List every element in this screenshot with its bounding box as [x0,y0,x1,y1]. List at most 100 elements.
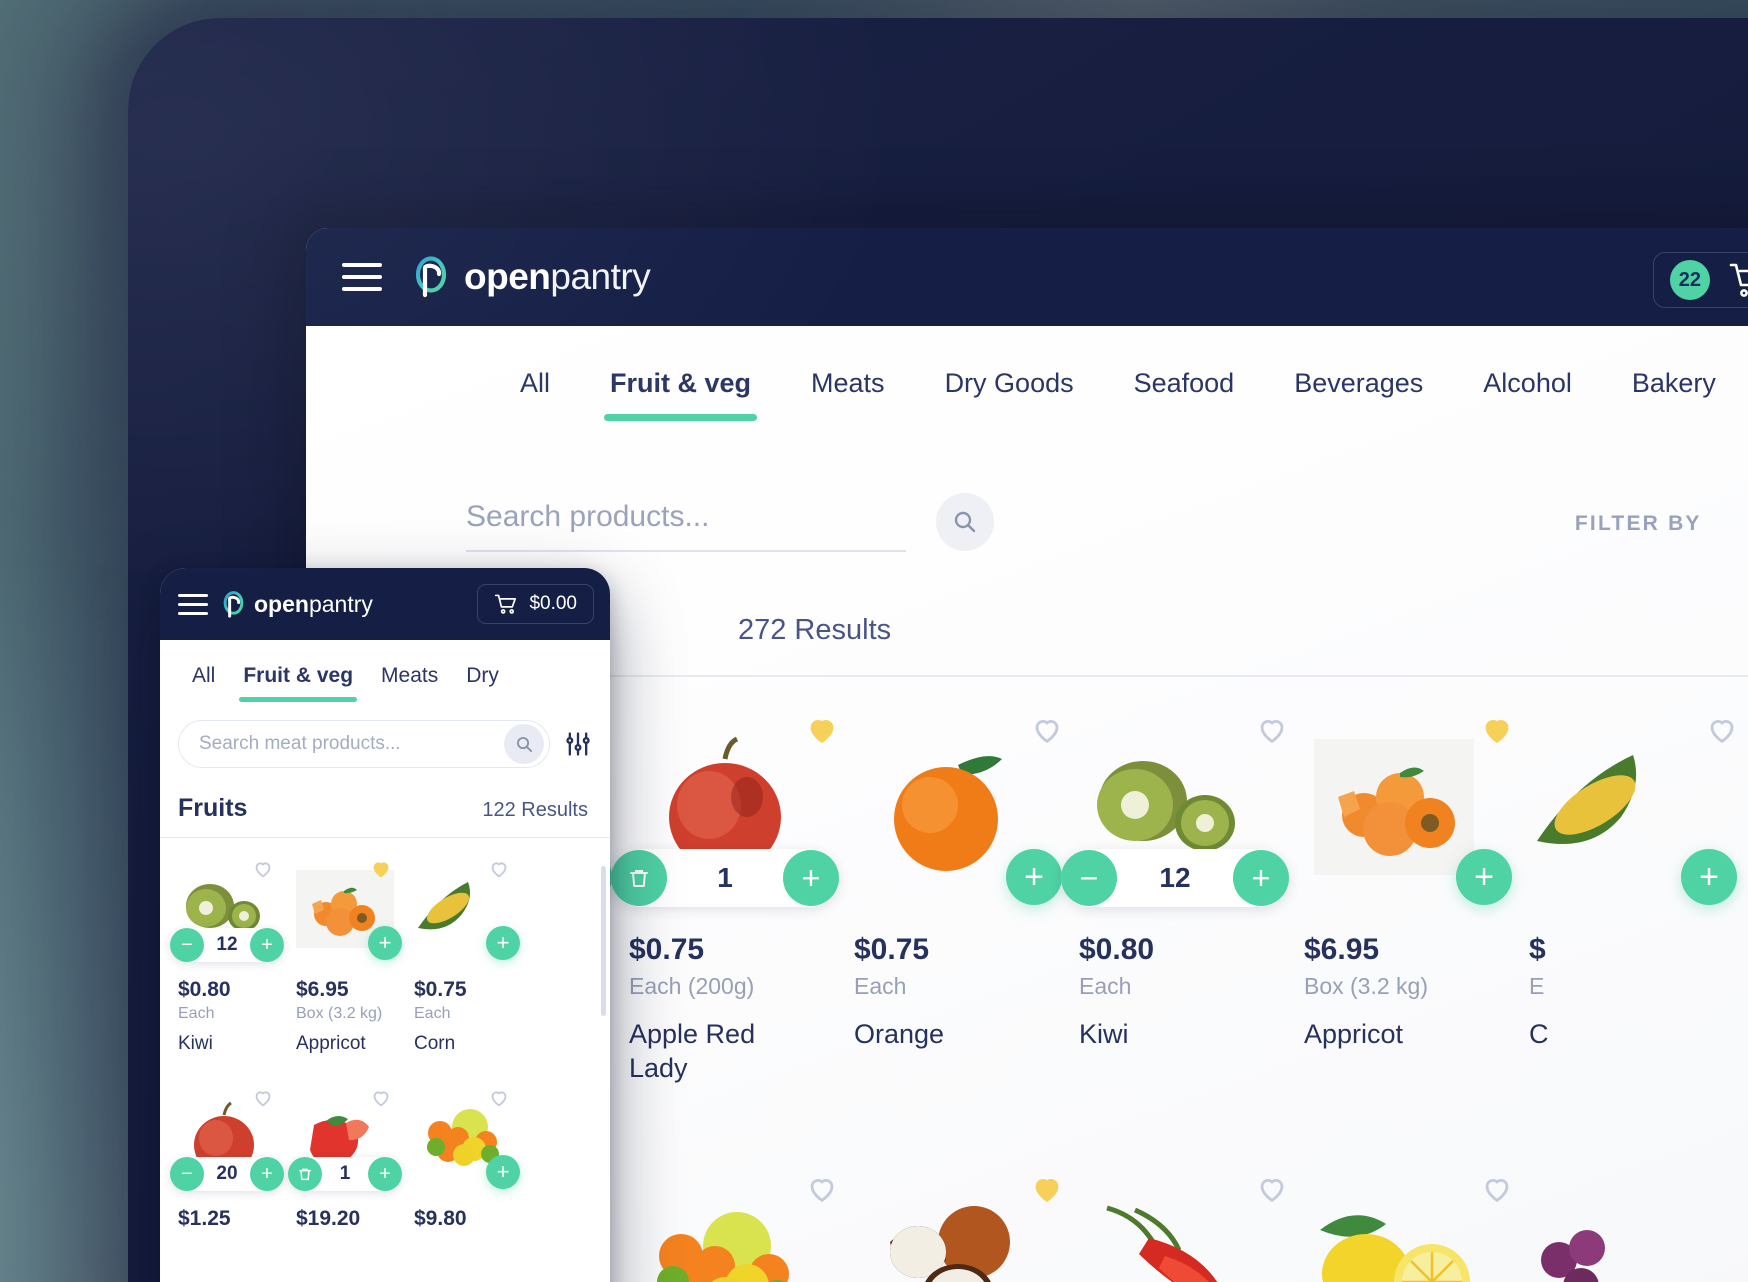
product-card[interactable]: − 15 + $1.80 Each [848,1158,1073,1282]
add-to-cart-button[interactable]: + [486,926,520,960]
shopping-cart-icon [495,594,517,614]
add-to-cart-button[interactable]: + [1456,849,1512,905]
decrement-button[interactable]: − [1061,850,1117,906]
product-card[interactable]: + $0.75 Each [1073,1158,1298,1282]
product-card[interactable]: 1 + $0.75 Each (200g) Apple Red Lady [611,699,848,1118]
favourite-heart-icon[interactable] [1480,713,1514,747]
mobile-section-title: Fruits [178,794,248,822]
tab-all[interactable]: All [490,368,580,421]
favourite-heart-icon[interactable] [1030,713,1064,747]
tab-dry-goods[interactable]: Dry Goods [915,368,1104,421]
shopping-cart-icon [1728,261,1748,299]
increment-button[interactable]: + [782,850,839,906]
product-card[interactable]: + $6.95 Box (3.2 kg) Appricot [1298,699,1523,1118]
tab-meats[interactable]: Meats [781,368,915,421]
mobile-cart-button[interactable]: $0.00 [477,584,594,624]
product-card[interactable]: + $ E C [1523,699,1748,1118]
product-card[interactable]: − 12 + $0.80 Each Kiwi [170,852,296,1059]
favourite-heart-icon[interactable] [1255,1172,1289,1206]
cart-button[interactable]: 22 $1 [1652,252,1748,308]
remove-item-button[interactable] [288,1157,322,1191]
mobile-tab-all[interactable]: All [178,664,229,702]
favourite-heart-icon[interactable] [488,1087,510,1109]
favourite-heart-icon[interactable] [370,858,392,880]
favourite-heart-icon[interactable] [1480,1172,1514,1206]
brand-name: openpantry [464,256,651,298]
decrement-button[interactable]: − [170,1157,204,1191]
tab-alcohol[interactable]: Alcohol [1453,368,1602,421]
tab-bakery[interactable]: Bakery [1602,368,1746,421]
product-name: Kiwi [178,1033,213,1054]
quantity-stepper[interactable]: − 12 + [170,928,284,962]
brand-name: openpantry [254,591,373,618]
product-image-wrap: + [854,720,1062,905]
product-name: Kiwi [1079,1019,1129,1049]
increment-button[interactable]: + [1233,850,1289,906]
add-to-cart-button[interactable]: + [1006,849,1062,905]
add-to-cart-button[interactable]: + [486,1155,520,1189]
mobile-tab-fruit-veg[interactable]: Fruit & veg [229,664,367,702]
brand-logo[interactable]: openpantry [410,256,651,298]
product-price: $9.80 [414,1207,467,1230]
quantity-stepper[interactable]: 1 + [611,849,839,907]
decrement-button[interactable]: − [170,928,204,962]
product-card[interactable]: + $6.95 Box (3.2 kg) Appricot [296,852,414,1059]
favourite-heart-icon[interactable] [252,1087,274,1109]
product-image-wrap: + [1304,720,1512,905]
favourite-heart-icon[interactable] [805,1172,839,1206]
product-card[interactable] [1523,1158,1748,1282]
mobile-tab-dry-goods[interactable]: Dry [452,664,513,702]
product-card[interactable]: + $0.75 Each Orange [848,699,1073,1118]
product-card[interactable]: + $0.75 Each Corn [414,852,532,1059]
mobile-search-input[interactable]: Search meat products... [178,720,550,768]
quantity-stepper[interactable]: − 12 + [1061,849,1289,907]
p-loop-logo-icon [220,590,247,618]
favourite-heart-icon[interactable] [805,713,839,747]
remove-item-button[interactable] [611,850,667,906]
mobile-search-button[interactable] [504,724,544,764]
increment-button[interactable]: + [367,1157,402,1191]
product-card[interactable]: + $9.80 [414,1081,532,1235]
search-input[interactable]: Search products... [466,500,906,552]
filter-by-label: FILTER BY [1574,512,1702,535]
favourite-heart-icon[interactable] [370,1087,392,1109]
mobile-scrollbar[interactable] [601,866,606,1016]
favourite-heart-icon[interactable] [1030,1172,1064,1206]
product-unit: Each [854,973,907,999]
quantity-stepper[interactable]: − 20 + [170,1157,284,1191]
increment-button[interactable]: + [249,928,284,962]
brand-logo[interactable]: openpantry [220,591,373,618]
product-unit: Each [1079,973,1132,999]
hamburger-menu-icon[interactable] [342,263,382,291]
favourite-heart-icon[interactable] [1705,713,1739,747]
favourite-heart-icon[interactable] [488,858,510,880]
product-unit: Each [178,1005,215,1022]
mobile-search-placeholder: Search meat products... [199,733,401,754]
results-count: 272 Results [737,614,892,646]
product-card[interactable]: + $0.75 Each [1298,1158,1523,1282]
favourite-heart-icon[interactable] [1255,713,1289,747]
mobile-tab-meats[interactable]: Meats [367,664,452,702]
search-icon [954,511,976,533]
brand-name-light: pantry [550,256,651,297]
product-card[interactable]: + $9.80 Tray (1.2 kg) [623,1158,848,1282]
hamburger-menu-icon[interactable] [178,593,208,615]
product-card[interactable]: − 12 + $0.80 Each Kiwi [1061,699,1298,1118]
sliders-filter-icon[interactable] [564,730,592,758]
search-button[interactable] [936,493,994,551]
product-card[interactable]: 1 + $19.20 [288,1081,414,1235]
search-row: Search products... FILTER BY Fav [306,421,1748,559]
quantity-stepper[interactable]: 1 + [288,1157,402,1191]
product-name: Apple Red Lady [629,1019,756,1083]
product-image-wrap [1529,1190,1721,1282]
tab-beverages[interactable]: Beverages [1264,368,1453,421]
increment-button[interactable]: + [249,1157,284,1191]
add-to-cart-button[interactable]: + [368,926,402,960]
add-to-cart-button[interactable]: + [1681,849,1737,905]
product-name: Appricot [296,1033,366,1054]
search-icon [516,736,532,752]
favourite-heart-icon[interactable] [252,858,274,880]
tab-fruit-veg[interactable]: Fruit & veg [580,368,781,421]
product-card[interactable]: − 20 + $1.25 [170,1081,296,1235]
tab-seafood[interactable]: Seafood [1104,368,1265,421]
